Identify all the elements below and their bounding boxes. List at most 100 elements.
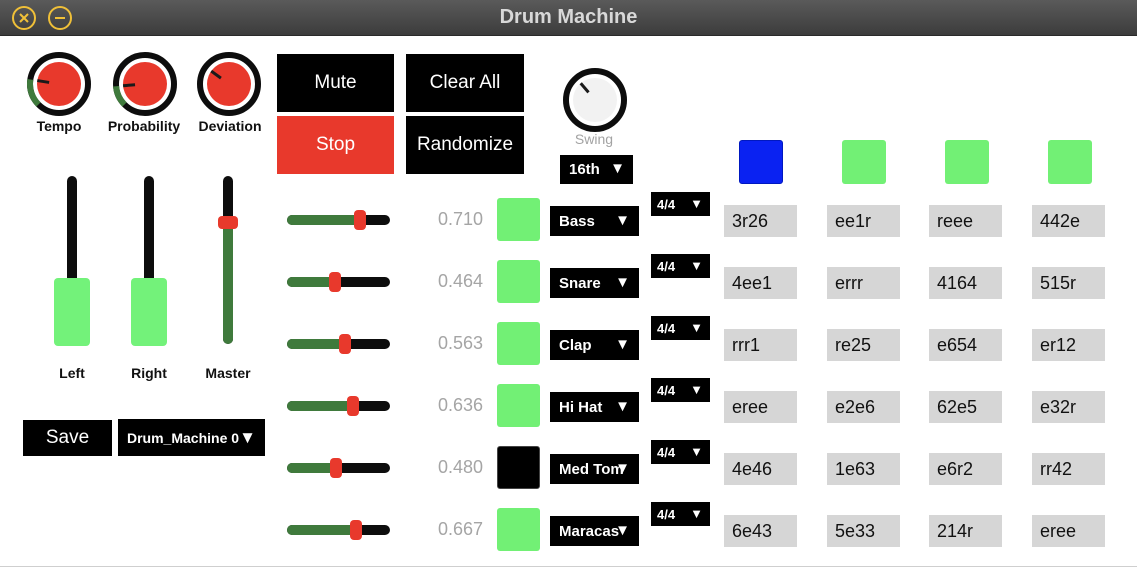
knob-face: [207, 62, 251, 106]
chevron-down-icon: ▼: [690, 382, 703, 397]
pattern-field[interactable]: rr42: [1032, 453, 1105, 485]
trigger-pad[interactable]: [497, 508, 540, 551]
level-slider-fill: [287, 401, 353, 411]
pattern-field[interactable]: rrr1: [724, 329, 797, 361]
stop-button[interactable]: Stop: [277, 116, 394, 174]
pattern-field[interactable]: e32r: [1032, 391, 1105, 423]
level-slider-handle[interactable]: [354, 210, 366, 230]
level-slider-handle[interactable]: [339, 334, 351, 354]
pattern-field[interactable]: re25: [827, 329, 900, 361]
level-slider-handle[interactable]: [330, 458, 342, 478]
time-signature-select[interactable]: 4/4 ▼: [651, 440, 710, 464]
instrument-select[interactable]: Maracas ▼: [550, 516, 639, 546]
level-slider-fill: [287, 525, 356, 535]
trigger-pad[interactable]: [497, 260, 540, 303]
step-indicator: [1048, 140, 1092, 184]
pattern-field[interactable]: 6e43: [724, 515, 797, 547]
pattern-field[interactable]: ee1r: [827, 205, 900, 237]
save-button[interactable]: Save: [23, 420, 112, 456]
time-signature-value: 4/4: [657, 258, 676, 274]
pattern-field[interactable]: 1e63: [827, 453, 900, 485]
level-slider-fill: [287, 277, 335, 287]
chevron-down-icon: ▼: [615, 398, 630, 415]
level-slider-handle[interactable]: [350, 520, 362, 540]
pattern-field[interactable]: 4e46: [724, 453, 797, 485]
pattern-field[interactable]: 214r: [929, 515, 1002, 547]
right-fader-label: Right: [131, 365, 167, 381]
step-indicator: [945, 140, 989, 184]
swing-knob[interactable]: [563, 68, 627, 132]
pattern-field[interactable]: 3r26: [724, 205, 797, 237]
level-slider-fill: [287, 339, 345, 349]
chevron-down-icon: ▼: [615, 522, 630, 539]
knob-value-arc: [113, 85, 127, 107]
level-slider-handle[interactable]: [347, 396, 359, 416]
pattern-field[interactable]: errr: [827, 267, 900, 299]
time-signature-select[interactable]: 4/4 ▼: [651, 502, 710, 526]
randomize-button[interactable]: Randomize: [406, 116, 524, 174]
pattern-field[interactable]: e2e6: [827, 391, 900, 423]
trigger-pad[interactable]: [497, 384, 540, 427]
trigger-pad[interactable]: [497, 322, 540, 365]
master-fader-handle[interactable]: [218, 216, 238, 229]
instrument-select[interactable]: Hi Hat ▼: [550, 392, 639, 422]
pattern-field[interactable]: eree: [1032, 515, 1105, 547]
title-bar: Drum Machine: [0, 0, 1137, 36]
level-slider-fill: [287, 215, 360, 225]
time-signature-select[interactable]: 4/4 ▼: [651, 316, 710, 340]
clear-all-button[interactable]: Clear All: [406, 54, 524, 112]
pattern-field[interactable]: e654: [929, 329, 1002, 361]
pattern-field[interactable]: 4164: [929, 267, 1002, 299]
preset-selected-value: Drum_Machine 0: [127, 429, 240, 446]
tempo-label: Tempo: [36, 118, 82, 134]
tempo-knob[interactable]: [27, 52, 91, 116]
pattern-field[interactable]: 62e5: [929, 391, 1002, 423]
pattern-field[interactable]: 5e33: [827, 515, 900, 547]
time-signature-value: 4/4: [657, 382, 676, 398]
right-fader-handle[interactable]: [131, 278, 167, 346]
level-value: 0.464: [437, 271, 483, 291]
deviation-knob[interactable]: [197, 52, 261, 116]
instrument-select[interactable]: Bass ▼: [550, 206, 639, 236]
pattern-field[interactable]: eree: [724, 391, 797, 423]
mute-button[interactable]: Mute: [277, 54, 394, 112]
swing-label: Swing: [574, 131, 614, 147]
pattern-field[interactable]: 515r: [1032, 267, 1105, 299]
window-title: Drum Machine: [499, 6, 638, 28]
trigger-pad[interactable]: [497, 446, 540, 489]
time-signature-value: 4/4: [657, 506, 676, 522]
instrument-select[interactable]: Med Tom ▼: [550, 454, 639, 484]
division-select[interactable]: 16th ▼: [560, 155, 633, 184]
chevron-down-icon: ▼: [690, 196, 703, 211]
chevron-down-icon: ▼: [615, 336, 630, 353]
step-indicator: [842, 140, 886, 184]
pattern-field[interactable]: 4ee1: [724, 267, 797, 299]
knob-face: [573, 78, 617, 122]
time-signature-select[interactable]: 4/4 ▼: [651, 378, 710, 402]
instrument-select[interactable]: Snare ▼: [550, 268, 639, 298]
preset-select[interactable]: Drum_Machine 0 ▼: [118, 419, 265, 456]
instrument-selected-value: Bass: [559, 212, 595, 230]
deviation-label: Deviation: [198, 118, 262, 134]
pattern-field[interactable]: reee: [929, 205, 1002, 237]
instrument-selected-value: Maracas: [559, 522, 620, 540]
left-fader-handle[interactable]: [54, 278, 90, 346]
probability-knob[interactable]: [113, 52, 177, 116]
pattern-field[interactable]: e6r2: [929, 453, 1002, 485]
trigger-pad[interactable]: [497, 198, 540, 241]
step-indicator: [739, 140, 783, 184]
chevron-down-icon: ▼: [615, 460, 630, 477]
level-slider-handle[interactable]: [329, 272, 341, 292]
time-signature-select[interactable]: 4/4 ▼: [651, 254, 710, 278]
master-fader-fill: [223, 222, 233, 344]
instrument-selected-value: Snare: [559, 274, 601, 292]
pattern-field[interactable]: er12: [1032, 329, 1105, 361]
time-signature-select[interactable]: 4/4 ▼: [651, 192, 710, 216]
instrument-select[interactable]: Clap ▼: [550, 330, 639, 360]
instrument-selected-value: Med Tom: [559, 460, 624, 478]
knob-face: [37, 62, 81, 106]
window-bottom-edge: [0, 566, 1137, 574]
left-fader-label: Left: [59, 365, 85, 381]
chevron-down-icon: ▼: [615, 274, 630, 291]
pattern-field[interactable]: 442e: [1032, 205, 1105, 237]
